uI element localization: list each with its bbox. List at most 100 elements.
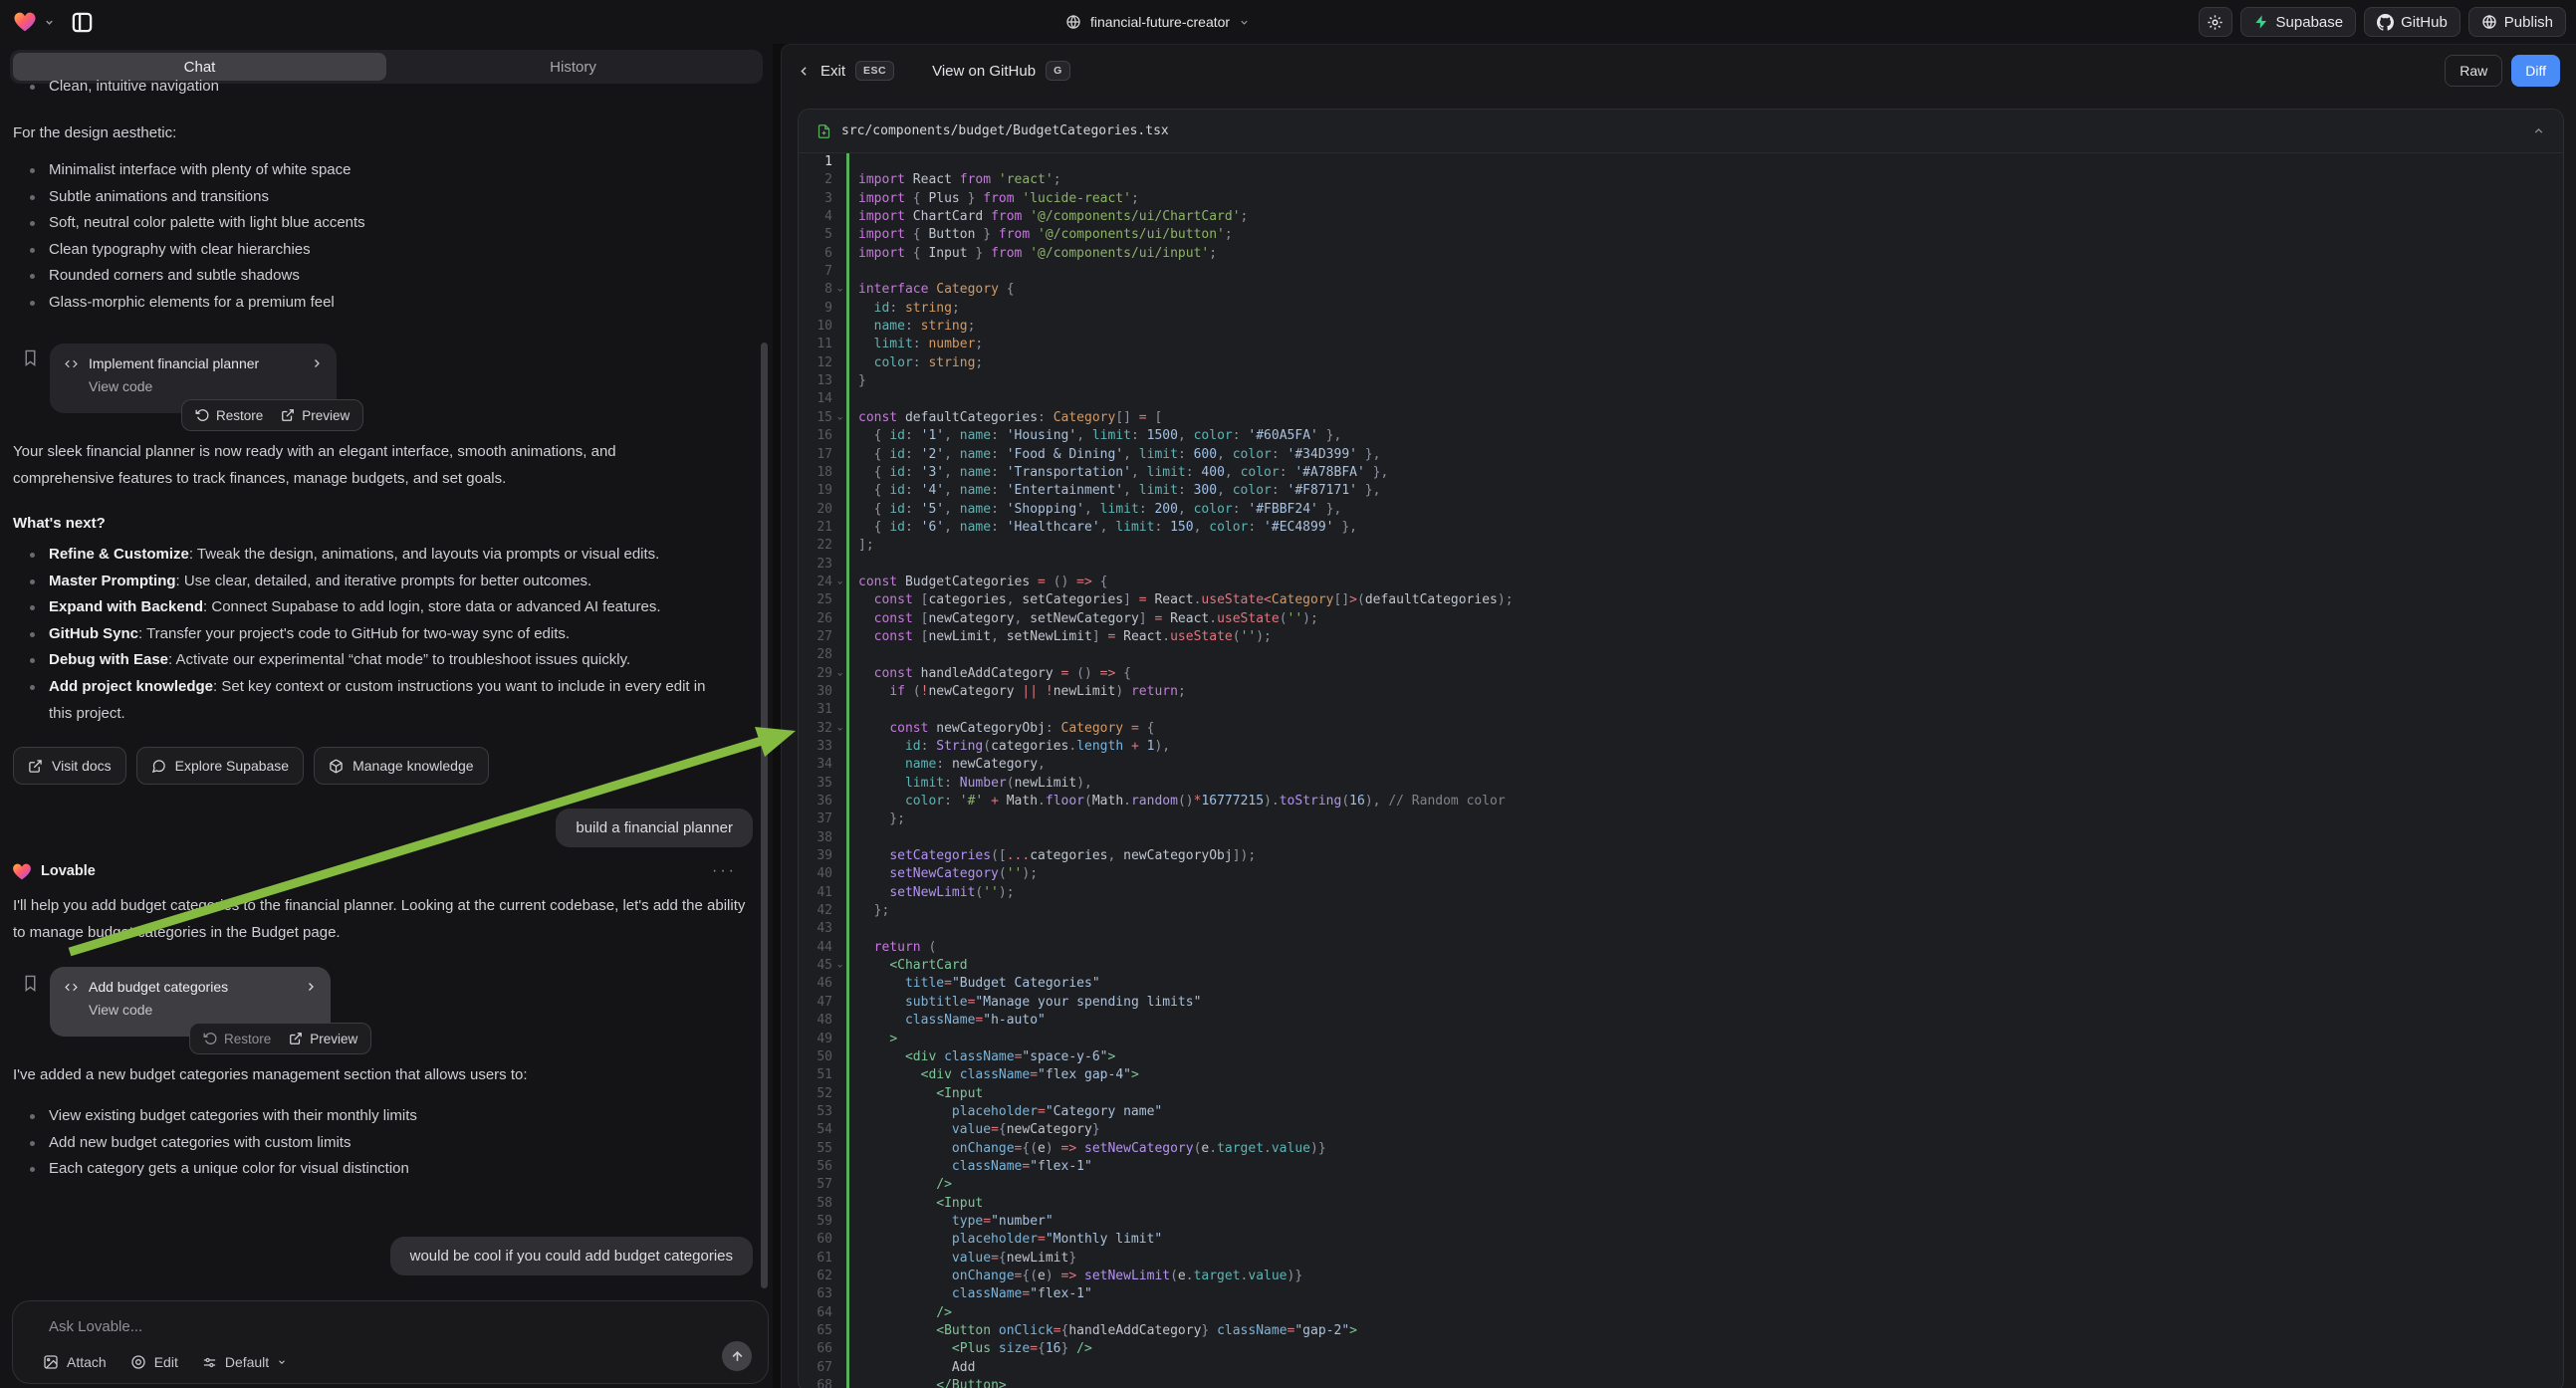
- diff-toggle-button[interactable]: Diff: [2511, 55, 2560, 87]
- code-line: 53 placeholder="Category name": [799, 1103, 2563, 1121]
- code-line: 52 <Input: [799, 1085, 2563, 1103]
- bookmark-icon[interactable]: [22, 348, 39, 367]
- code-line: 33 id: String(categories.length + 1),: [799, 738, 2563, 756]
- github-button[interactable]: GitHub: [2364, 7, 2460, 37]
- file-card-header[interactable]: src/components/budget/BudgetCategories.t…: [799, 110, 2563, 153]
- model-selector[interactable]: Default: [202, 1354, 287, 1370]
- tab-history[interactable]: History: [386, 53, 760, 81]
- restore-button[interactable]: Restore: [195, 408, 263, 423]
- code-line: 9 id: string;: [799, 300, 2563, 318]
- list-item: Clean, intuitive navigation: [13, 74, 219, 101]
- design-bullet-list: Minimalist interface with plenty of whit…: [13, 157, 730, 317]
- code-line: 7: [799, 263, 2563, 281]
- exit-button[interactable]: Exit: [820, 63, 845, 80]
- raw-toggle-button[interactable]: Raw: [2445, 55, 2502, 87]
- chat-input-box[interactable]: Ask Lovable... Attach Edit: [12, 1300, 769, 1384]
- added-paragraph: I've added a new budget categories manag…: [13, 1061, 755, 1088]
- fold-icon[interactable]: ›: [830, 670, 848, 677]
- whats-next-list: Refine & Customize: Tweak the design, an…: [13, 542, 732, 727]
- lovable-heart-logo[interactable]: [14, 12, 36, 32]
- code-line: 65 <Button onClick={handleAddCategory} c…: [799, 1322, 2563, 1340]
- attach-button[interactable]: Attach: [43, 1354, 107, 1370]
- chat-input-placeholder: Ask Lovable...: [49, 1318, 142, 1335]
- code-line: 21 { id: '6', name: 'Healthcare', limit:…: [799, 519, 2563, 537]
- code-line: 34 name: newCategory,: [799, 756, 2563, 774]
- publish-button[interactable]: Publish: [2468, 7, 2566, 37]
- restore-preview-pill: Restore Preview: [189, 1023, 371, 1054]
- version-card-title: Add budget categories: [89, 979, 295, 995]
- code-line: 13}: [799, 372, 2563, 390]
- code-line: 12 color: string;: [799, 354, 2563, 372]
- code-line: 20 { id: '5', name: 'Shopping', limit: 2…: [799, 501, 2563, 519]
- workspace-chevron-down-icon[interactable]: [44, 17, 55, 28]
- visit-docs-button[interactable]: Visit docs: [13, 747, 126, 785]
- sliders-icon: [202, 1355, 217, 1370]
- code-line: 40 setNewCategory('');: [799, 865, 2563, 883]
- list-item: Add project knowledge: Set key context o…: [13, 674, 732, 727]
- send-button[interactable]: [722, 1341, 752, 1371]
- code-icon: [64, 981, 79, 994]
- chat-panel: Chat History Clean, intuitive navigation…: [0, 44, 773, 1388]
- code-line: 59 type="number": [799, 1213, 2563, 1231]
- supabase-icon: [2253, 14, 2269, 30]
- view-code-link[interactable]: View code: [89, 378, 323, 394]
- code-line: 2import React from 'react';: [799, 171, 2563, 189]
- settings-button[interactable]: [2199, 7, 2232, 37]
- edit-mode-button[interactable]: Edit: [130, 1354, 178, 1370]
- bookmark-icon[interactable]: [22, 974, 39, 993]
- project-selector[interactable]: financial-future-creator: [1065, 0, 1250, 44]
- user-message-bubble: build a financial planner: [556, 809, 753, 847]
- list-item: Glass-morphic elements for a premium fee…: [13, 290, 730, 317]
- explore-supabase-button[interactable]: Explore Supabase: [136, 747, 304, 785]
- code-line: 46 title="Budget Categories": [799, 975, 2563, 993]
- sidebar-toggle-button[interactable]: [71, 11, 94, 34]
- code-line: 43: [799, 920, 2563, 938]
- list-item: Refine & Customize: Tweak the design, an…: [13, 542, 732, 569]
- project-chevron-down-icon: [1239, 17, 1250, 28]
- code-line: 17 { id: '2', name: 'Food & Dining', lim…: [799, 446, 2563, 464]
- assistant-name: Lovable: [41, 863, 702, 879]
- code-line: 63 className="flex-1": [799, 1285, 2563, 1303]
- preview-button[interactable]: Preview: [281, 408, 350, 423]
- restore-preview-pill: Restore Preview: [181, 399, 363, 431]
- list-item: Expand with Backend: Connect Supabase to…: [13, 594, 732, 621]
- code-line: 10 name: string;: [799, 318, 2563, 336]
- code-line: 55 onChange={(e) => setNewCategory(e.tar…: [799, 1140, 2563, 1158]
- view-on-github-button[interactable]: View on GitHub: [932, 63, 1036, 80]
- more-options-icon[interactable]: ···: [712, 862, 737, 880]
- chevron-left-icon[interactable]: [798, 65, 811, 78]
- fold-icon[interactable]: ›: [830, 726, 848, 733]
- preview-button[interactable]: Preview: [289, 1032, 357, 1046]
- code-line: 18 { id: '3', name: 'Transportation', li…: [799, 464, 2563, 482]
- external-link-icon: [28, 759, 43, 774]
- list-item: Clean typography with clear hierarchies: [13, 237, 730, 264]
- code-line: 68 </Button>: [799, 1377, 2563, 1388]
- fold-icon[interactable]: ›: [830, 579, 848, 586]
- code-line: 30 if (!newCategory || !newLimit) return…: [799, 683, 2563, 701]
- code-line: 39 setCategories([...categories, newCate…: [799, 847, 2563, 865]
- manage-knowledge-button[interactable]: Manage knowledge: [314, 747, 488, 785]
- message-circle-icon: [151, 759, 166, 774]
- image-icon: [43, 1354, 59, 1370]
- chevron-right-icon: [311, 357, 323, 369]
- code-line: 26 const [newCategory, setNewCategory] =…: [799, 610, 2563, 628]
- globe-icon: [1065, 14, 1081, 30]
- collapse-chevron-up-icon[interactable]: [2532, 124, 2545, 137]
- fold-icon[interactable]: ›: [830, 415, 848, 422]
- code-line: 57 />: [799, 1176, 2563, 1194]
- code-line: 64 />: [799, 1304, 2563, 1322]
- code-line: 66 <Plus size={16} />: [799, 1340, 2563, 1358]
- code-line: 16 { id: '1', name: 'Housing', limit: 15…: [799, 427, 2563, 445]
- esc-key-badge: ESC: [855, 61, 894, 81]
- list-item: View existing budget categories with the…: [13, 1103, 730, 1130]
- chat-scrollbar[interactable]: [761, 343, 768, 1288]
- code-line: 62 onChange={(e) => setNewLimit(e.target…: [799, 1268, 2563, 1285]
- fold-icon[interactable]: ›: [830, 963, 848, 970]
- restore-button[interactable]: Restore: [203, 1032, 271, 1046]
- code-panel-header: Exit ESC View on GitHub G Raw Diff: [782, 45, 2576, 97]
- code-line: 4import ChartCard from '@/components/ui/…: [799, 208, 2563, 226]
- view-code-link[interactable]: View code: [89, 1002, 317, 1018]
- supabase-button[interactable]: Supabase: [2240, 7, 2357, 37]
- fold-icon[interactable]: ›: [830, 287, 848, 294]
- assistant-header: Lovable ···: [13, 862, 737, 880]
